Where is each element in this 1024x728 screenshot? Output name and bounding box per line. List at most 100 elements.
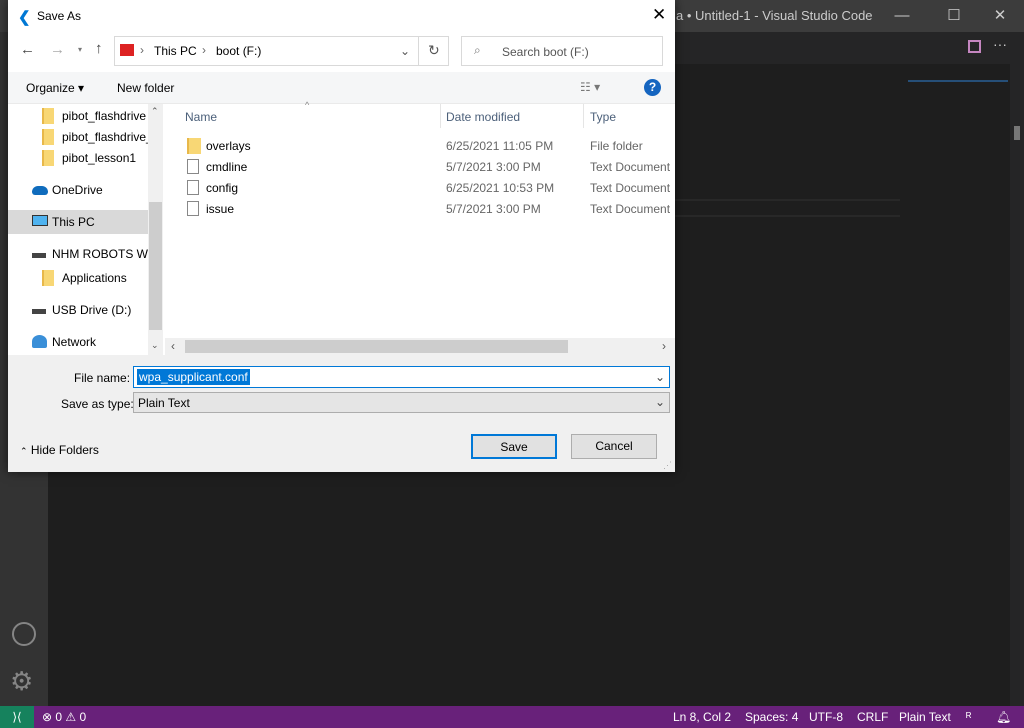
file-name-input[interactable]: wpa_supplicant.conf ⌄ xyxy=(133,366,670,388)
document-icon xyxy=(187,201,199,216)
nav-item-label: Applications xyxy=(62,271,127,285)
dialog-title: Save As xyxy=(37,9,82,23)
save-button[interactable]: Save xyxy=(471,434,557,459)
problems-status[interactable]: ⊗ 0 ⚠ 0 xyxy=(42,710,86,724)
nav-item-label: pibot_flashdrive_ xyxy=(62,130,148,144)
window-title: a • Untitled-1 - Visual Studio Code xyxy=(676,8,873,23)
recent-locations-dropdown[interactable]: ▾ xyxy=(78,45,82,54)
feedback-icon[interactable]: ᴿ xyxy=(966,710,971,724)
settings-gear-icon[interactable]: ⚙ xyxy=(10,666,33,697)
minimap[interactable] xyxy=(908,64,1008,84)
document-icon xyxy=(187,180,199,195)
file-list-horizontal-scrollbar[interactable]: ‹ › xyxy=(165,338,675,355)
vscode-logo-icon: ❮ xyxy=(18,9,31,26)
drive-icon xyxy=(32,309,46,314)
cancel-button[interactable]: Cancel xyxy=(571,434,657,459)
nav-pane-scrollbar[interactable]: ⌃ ⌄ xyxy=(148,104,163,355)
up-button[interactable]: ↑ xyxy=(95,40,103,57)
address-dropdown-icon[interactable]: ⌄ xyxy=(400,44,410,58)
help-icon[interactable]: ? xyxy=(644,79,661,96)
file-type: Text Document xyxy=(590,181,671,195)
line-highlight xyxy=(675,215,900,217)
sort-indicator-icon: ^ xyxy=(305,100,310,110)
search-icon: ⌕ xyxy=(474,43,481,57)
remote-icon[interactable]: ⟩⟨ xyxy=(0,706,34,728)
file-name: config xyxy=(206,181,239,195)
file-row[interactable]: overlays 6/25/2021 11:05 PM File folder xyxy=(165,135,675,156)
file-type: File folder xyxy=(590,139,643,153)
file-row[interactable]: cmdline 5/7/2021 3:00 PM Text Document xyxy=(165,156,675,177)
nav-item-label: OneDrive xyxy=(52,183,103,197)
file-date: 5/7/2021 3:00 PM xyxy=(446,160,541,174)
column-name[interactable]: Name xyxy=(185,110,217,124)
split-editor-icon[interactable] xyxy=(968,40,981,53)
maximize-button[interactable]: ☐ xyxy=(934,4,974,28)
folder-icon xyxy=(42,129,54,145)
breadcrumb-separator: › xyxy=(140,43,144,57)
close-window-button[interactable]: ✕ xyxy=(980,4,1020,28)
drive-icon xyxy=(120,44,134,56)
file-name-label: File name: xyxy=(74,371,131,385)
nav-item[interactable]: Applications xyxy=(8,266,148,290)
view-options-icon[interactable]: ☷ ▾ xyxy=(580,80,600,94)
line-ending[interactable]: CRLF xyxy=(857,710,888,724)
column-type[interactable]: Type xyxy=(590,110,616,124)
network-icon xyxy=(32,335,47,348)
cursor-position[interactable]: Ln 8, Col 2 xyxy=(673,710,731,724)
line-highlight xyxy=(675,199,900,201)
folder-icon xyxy=(42,108,54,124)
nav-item-label: Network xyxy=(52,335,97,349)
address-bar[interactable]: › This PC › boot (F:) ⌄ ↻ xyxy=(114,36,449,66)
file-type: Text Document xyxy=(590,202,671,216)
indentation[interactable]: Spaces: 4 xyxy=(745,710,798,724)
file-date: 6/25/2021 11:05 PM xyxy=(446,139,554,153)
search-placeholder: Search boot (F:) xyxy=(502,45,589,59)
breadcrumb-this-pc[interactable]: This PC xyxy=(154,44,197,58)
nav-item-label: NHM ROBOTS WI xyxy=(52,247,148,261)
back-button[interactable]: ← xyxy=(20,41,35,58)
hide-folders-button[interactable]: ⌃ Hide Folders xyxy=(20,443,99,457)
organize-button[interactable]: Organize ▾ xyxy=(26,81,84,95)
file-name-dropdown-icon[interactable]: ⌄ xyxy=(655,370,665,384)
accounts-icon[interactable] xyxy=(12,622,36,646)
resize-grip[interactable]: ⋰ xyxy=(663,460,672,471)
save-as-dialog: ❮ Save As ✕ ← → ▾ ↑ › This PC › boot (F:… xyxy=(8,0,675,472)
breadcrumb-boot[interactable]: boot (F:) xyxy=(216,44,261,58)
language-mode[interactable]: Plain Text xyxy=(899,710,951,724)
nav-item[interactable]: USB Drive (D:) xyxy=(8,298,148,322)
forward-button[interactable]: → xyxy=(50,41,65,58)
nav-item[interactable]: NHM ROBOTS WI xyxy=(8,242,148,266)
folder-icon xyxy=(187,138,201,154)
dialog-close-button[interactable]: ✕ xyxy=(652,5,666,25)
nav-item[interactable]: Network xyxy=(8,330,148,354)
dialog-toolbar: Organize ▾ New folder ☷ ▾ ? xyxy=(8,72,675,104)
notifications-bell-icon[interactable]: 🔔︎ xyxy=(996,710,1011,724)
nav-item-label: pibot_lesson1 xyxy=(62,151,137,165)
nav-item-label: pibot_flashdrive xyxy=(62,109,147,123)
file-name: cmdline xyxy=(206,160,248,174)
nav-item[interactable]: pibot_lesson1 xyxy=(8,146,148,170)
nav-item[interactable]: OneDrive xyxy=(8,178,148,202)
file-row[interactable]: issue 5/7/2021 3:00 PM Text Document xyxy=(165,198,675,219)
save-as-type-label: Save as type: xyxy=(61,397,134,411)
encoding[interactable]: UTF-8 xyxy=(809,710,843,724)
breadcrumb-separator: › xyxy=(202,43,206,57)
file-date: 6/25/2021 10:53 PM xyxy=(446,181,555,195)
editor-scrollbar[interactable] xyxy=(1010,64,1024,706)
file-name: overlays xyxy=(206,139,251,153)
search-input[interactable]: ⌕ Search boot (F:) xyxy=(461,36,663,66)
new-folder-button[interactable]: New folder xyxy=(117,81,174,95)
file-type: Text Document xyxy=(590,160,671,174)
nav-item-label: USB Drive (D:) xyxy=(52,303,132,317)
status-bar: ⟩⟨ ⊗ 0 ⚠ 0 Ln 8, Col 2 Spaces: 4 UTF-8 C… xyxy=(0,706,1024,728)
save-as-type-select[interactable]: Plain Text ⌄ xyxy=(133,392,670,413)
column-date-modified[interactable]: Date modified xyxy=(446,110,520,124)
nav-item[interactable]: This PC xyxy=(8,210,148,234)
cloud-icon xyxy=(32,186,48,195)
folder-icon xyxy=(42,150,54,166)
file-row[interactable]: config 6/25/2021 10:53 PM Text Document xyxy=(165,177,675,198)
refresh-icon[interactable]: ↻ xyxy=(428,42,440,59)
file-date: 5/7/2021 3:00 PM xyxy=(446,202,541,216)
more-actions-icon[interactable]: ··· xyxy=(993,36,1007,52)
minimize-button[interactable]: — xyxy=(882,4,922,28)
